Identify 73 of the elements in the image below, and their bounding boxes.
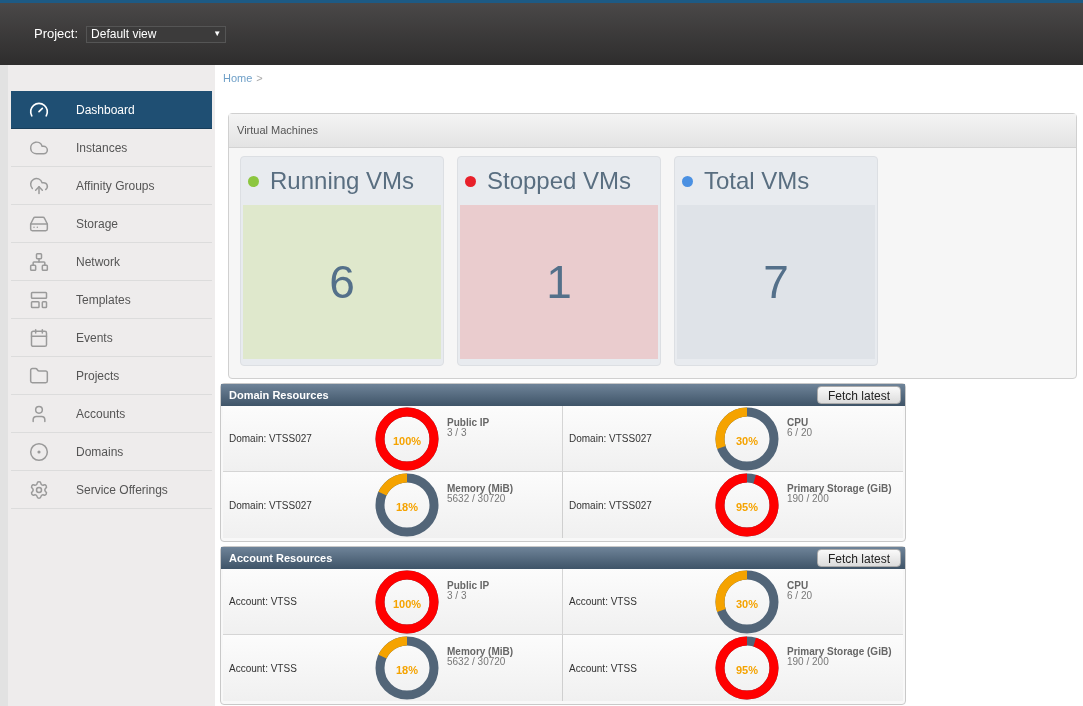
usage-percent: 100% (392, 597, 422, 610)
gear-icon (29, 479, 49, 500)
usage-donut (714, 568, 780, 635)
folder-icon (29, 365, 49, 386)
resource-panel-title: Account Resources (229, 550, 333, 566)
resource-usage: 190 / 200 (787, 657, 829, 667)
fetch-latest-button[interactable]: Fetch latest (816, 549, 901, 567)
usage-percent: 30% (736, 597, 758, 610)
usage-percent: 18% (396, 501, 418, 513)
sidebar-item[interactable]: Storage (11, 205, 212, 243)
resource-owner: Account: VTSS (569, 661, 638, 676)
usage-percent: 18% (396, 664, 418, 676)
resource-name: Primary Storage (GiB) (787, 647, 892, 657)
usage-donut (714, 472, 780, 538)
usage-percent: 100% (392, 434, 422, 447)
project-label: Project: (34, 25, 79, 44)
sidebar-item[interactable]: Service Offerings (11, 471, 212, 509)
usage-donut (714, 405, 780, 472)
resource-usage: 6 / 20 (787, 591, 813, 601)
vm-card-title: Total VMs (704, 166, 810, 196)
vm-count: 6 (329, 254, 355, 310)
resource-owner: Domain: VTSS027 (569, 498, 653, 513)
panel-title: Virtual Machines (237, 123, 319, 139)
usage-donut (374, 472, 440, 538)
resource-name: Public IP (447, 581, 490, 591)
resource-usage: 3 / 3 (447, 591, 468, 601)
resource-owner: Domain: VTSS027 (569, 432, 653, 446)
resource-name: Memory (MiB) (447, 647, 514, 657)
fetch-latest-button[interactable]: Fetch latest (816, 386, 901, 404)
sidebar-item[interactable]: Dashboard (11, 91, 212, 129)
sidebar-item[interactable]: Events (11, 319, 212, 357)
resource-panel-title: Domain Resources (229, 387, 329, 403)
resource-name: CPU (787, 418, 810, 428)
sidebar-item[interactable]: Projects (11, 357, 212, 395)
resource-usage: 5632 / 30720 (447, 657, 506, 667)
cloud-upload-icon (29, 175, 49, 196)
sidebar-item[interactable]: Affinity Groups (11, 167, 212, 205)
vm-card-title: Running VMs (270, 166, 415, 196)
resource-owner: Account: VTSS (229, 661, 298, 676)
resource-owner: Account: VTSS (569, 595, 638, 609)
resource-name: Memory (MiB) (447, 484, 514, 494)
project-select[interactable]: Default view ▼ (86, 25, 227, 43)
resource-usage: 3 / 3 (447, 428, 468, 438)
usage-percent: 95% (736, 664, 758, 676)
vm-card-title: Stopped VMs (487, 166, 632, 196)
resource-owner: Account: VTSS (229, 595, 298, 609)
usage-donut (374, 405, 440, 472)
sidebar-item[interactable]: Accounts (11, 395, 212, 433)
usage-percent: 30% (736, 434, 758, 447)
vm-count: 7 (763, 254, 789, 310)
resource-usage: 6 / 20 (787, 428, 813, 438)
sidebar-item[interactable]: Templates (11, 281, 212, 319)
sidebar-item[interactable]: Instances (11, 129, 212, 167)
resource-owner: Domain: VTSS027 (229, 498, 313, 513)
target-icon (29, 441, 49, 462)
resource-owner: Domain: VTSS027 (229, 432, 313, 446)
usage-percent: 95% (736, 501, 758, 513)
template-icon (29, 289, 49, 310)
breadcrumb-separator: > (256, 70, 263, 86)
resource-usage: 190 / 200 (787, 494, 829, 504)
network-icon (29, 251, 49, 272)
usage-donut (374, 568, 440, 635)
resource-name: Public IP (447, 418, 490, 428)
vm-count: 1 (546, 254, 572, 310)
resource-name: Primary Storage (GiB) (787, 484, 892, 494)
sidebar-item[interactable]: Domains (11, 433, 212, 471)
usage-donut (714, 635, 780, 701)
calendar-icon (29, 327, 49, 348)
user-icon (29, 403, 49, 424)
resource-usage: 5632 / 30720 (447, 494, 506, 504)
sidebar-item[interactable]: Network (11, 243, 212, 281)
resource-name: CPU (787, 581, 810, 591)
usage-donut (374, 635, 440, 701)
